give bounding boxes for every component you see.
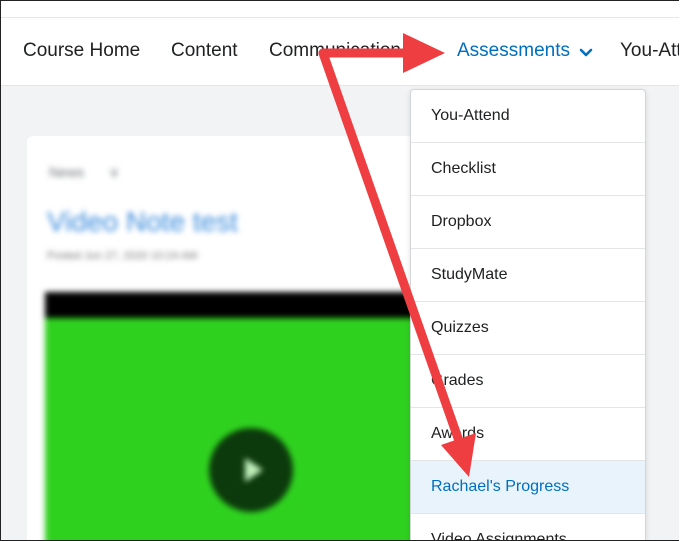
menu-item-studymate[interactable]: StudyMate <box>411 249 645 302</box>
menu-item-quizzes[interactable]: Quizzes <box>411 302 645 355</box>
nav-assessments[interactable]: Assessments <box>457 40 570 62</box>
news-label: News <box>49 164 85 180</box>
play-button[interactable] <box>209 428 293 512</box>
menu-item-checklist[interactable]: Checklist <box>411 143 645 196</box>
posted-date: Posted Jun 27, 2020 10:24 AM <box>47 250 198 262</box>
nav-communication[interactable]: Communication <box>269 40 401 62</box>
video-top-bar <box>45 292 425 318</box>
post-title[interactable]: Video Note test <box>47 206 238 238</box>
menu-item-rachaels-progress[interactable]: Rachael's Progress <box>411 461 645 514</box>
top-strip <box>1 1 679 18</box>
menu-item-grades[interactable]: Grades <box>411 355 645 408</box>
menu-item-awards[interactable]: Awards <box>411 408 645 461</box>
video-player[interactable] <box>45 292 425 540</box>
nav-content[interactable]: Content <box>171 40 238 62</box>
play-icon <box>245 458 263 482</box>
browser-viewport: Course Home Content Communication Assess… <box>0 0 679 541</box>
nav-course-home[interactable]: Course Home <box>23 40 140 62</box>
assessments-dropdown-menu: You-Attend Checklist Dropbox StudyMate Q… <box>410 89 646 540</box>
course-navbar: Course Home Content Communication Assess… <box>1 18 679 86</box>
menu-item-you-attend[interactable]: You-Attend <box>411 90 645 143</box>
chevron-down-icon[interactable] <box>579 48 593 58</box>
menu-item-dropbox[interactable]: Dropbox <box>411 196 645 249</box>
menu-item-video-assignments[interactable]: Video Assignments <box>411 514 645 540</box>
nav-you-attend[interactable]: You-Attend <box>620 40 679 62</box>
news-chevron-icon: ∨ <box>109 164 120 180</box>
